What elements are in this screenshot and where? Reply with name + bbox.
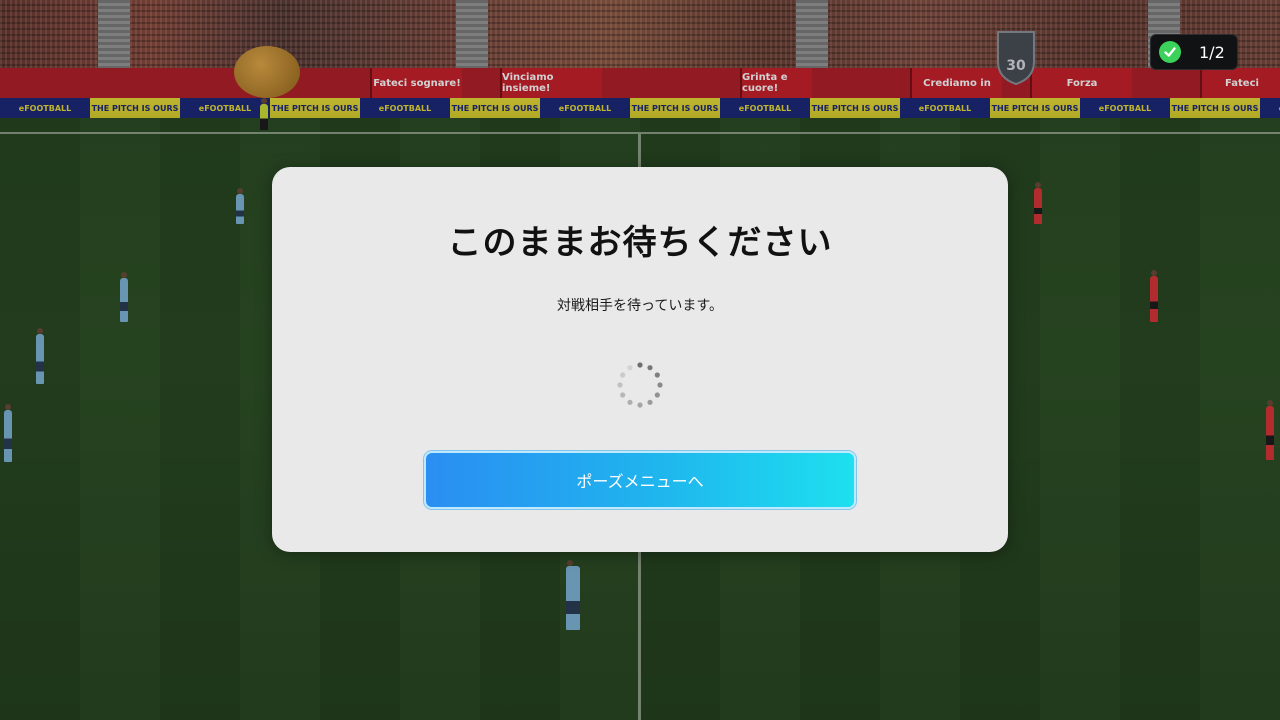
spinner-dot (620, 392, 626, 398)
waiting-dialog: このままお待ちください 対戦相手を待っています。 ポーズメニューへ (272, 167, 1008, 552)
pause-menu-button-label: ポーズメニューへ (576, 472, 704, 491)
spinner-dot (647, 365, 653, 371)
spinner-dot (647, 399, 653, 405)
ready-count-badge: 1/2 (1150, 34, 1238, 70)
spinner-dot (637, 402, 643, 408)
spinner-dot (617, 382, 623, 388)
match-scene: Fateci sognare! Vinciamo insieme! Grinta… (0, 0, 1280, 720)
pause-menu-button[interactable]: ポーズメニューへ (424, 451, 856, 509)
dialog-title: このままお待ちください (447, 223, 833, 263)
loading-spinner-icon (616, 361, 664, 409)
spinner-dot (620, 372, 626, 378)
spinner-dot (627, 399, 633, 405)
spinner-dot (627, 365, 633, 371)
dialog-message: 対戦相手を待っています。 (557, 298, 723, 314)
spinner-dot (654, 372, 660, 378)
ready-count: 1/2 (1199, 42, 1225, 62)
spinner-dot (654, 392, 660, 398)
spinner-dot (657, 382, 663, 388)
spinner-dot (637, 362, 643, 368)
check-circle-icon (1159, 41, 1181, 63)
